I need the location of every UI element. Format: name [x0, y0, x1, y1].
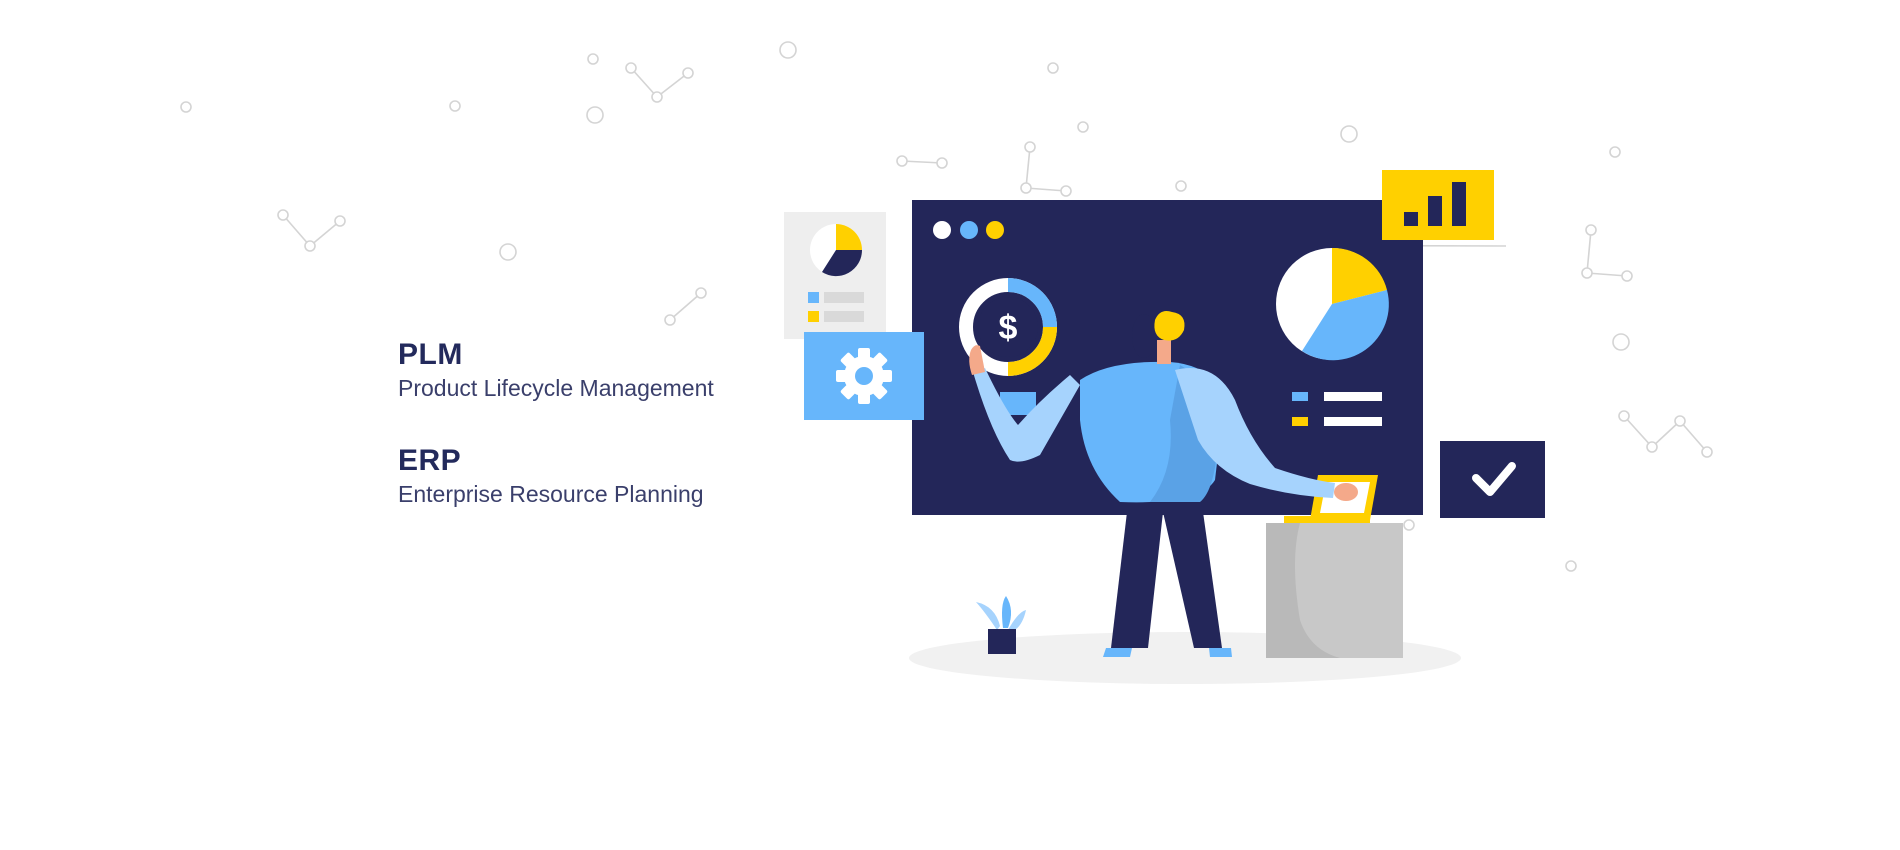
- gear-icon: [836, 348, 892, 404]
- pie-chart-icon: [1276, 247, 1389, 361]
- dashboard-illustration: $: [784, 170, 1545, 684]
- card-pie-chart-icon: [810, 224, 863, 277]
- window-dot-yellow: [986, 221, 1004, 239]
- window-dot-blue: [960, 221, 978, 239]
- coin-symbol: $: [999, 309, 1018, 347]
- window-dots: [933, 221, 1004, 239]
- window-dot-white: [933, 221, 951, 239]
- done-card: [1440, 441, 1545, 518]
